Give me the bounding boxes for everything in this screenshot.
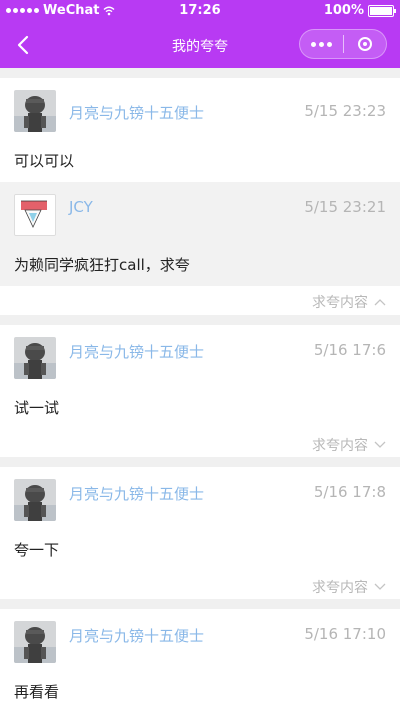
chevron-down-icon xyxy=(374,441,386,448)
avatar[interactable] xyxy=(14,621,56,663)
comment-time: 5/16 17:10 xyxy=(304,625,386,643)
praise-card: 月亮与九镑十五便士 5/16 17:6 试一试 求夸内容 xyxy=(0,325,400,457)
avatar[interactable] xyxy=(14,194,56,236)
toggle-request-content[interactable]: 求夸内容 xyxy=(312,292,386,312)
toggle-request-content[interactable]: 求夸内容 xyxy=(312,435,386,455)
battery-indicator: 100% xyxy=(323,3,396,18)
comment-text: 再看看 xyxy=(14,683,60,701)
comment-text: 夸一下 xyxy=(14,541,60,559)
user-name[interactable]: 月亮与九镑十五便士 xyxy=(69,102,204,123)
praise-card: 月亮与九镑十五便士 5/15 23:23 可以可以 JCY 5/15 23:21… xyxy=(0,78,400,315)
toggle-label: 求夸内容 xyxy=(312,438,368,454)
comment-time: 5/16 17:8 xyxy=(313,483,386,501)
chevron-down-icon xyxy=(374,583,386,590)
toggle-label: 求夸内容 xyxy=(312,295,368,311)
comment-time: 5/15 23:23 xyxy=(304,102,386,120)
comment-text: 为赖同学疯狂打call，求夸 xyxy=(14,256,190,274)
nav-bar: 我的夸夸 xyxy=(0,22,400,68)
avatar[interactable] xyxy=(14,479,56,521)
comment-time: 5/15 23:21 xyxy=(304,198,386,216)
avatar[interactable] xyxy=(14,90,56,132)
miniprogram-capsule xyxy=(299,29,387,59)
more-dots-icon xyxy=(311,41,332,47)
comment-time: 5/16 17:6 xyxy=(313,341,386,359)
close-button[interactable] xyxy=(344,30,386,58)
praise-card: 月亮与九镑十五便士 5/16 17:10 再看看 xyxy=(0,609,400,719)
comment-item: 月亮与九镑十五便士 5/15 23:23 可以可以 xyxy=(0,78,400,182)
status-bar: WeChat 17:26 100% xyxy=(0,0,400,22)
original-request: JCY 5/15 23:21 为赖同学疯狂打call，求夸 xyxy=(0,182,400,286)
toggle-request-content[interactable]: 求夸内容 xyxy=(312,577,386,597)
comment-text: 可以可以 xyxy=(14,152,75,170)
avatar[interactable] xyxy=(14,337,56,379)
praise-card: 月亮与九镑十五便士 5/16 17:8 夸一下 求夸内容 xyxy=(0,467,400,599)
user-name[interactable]: 月亮与九镑十五便士 xyxy=(69,625,204,646)
user-name[interactable]: 月亮与九镑十五便士 xyxy=(69,483,204,504)
battery-icon xyxy=(368,4,396,17)
target-icon xyxy=(357,37,372,51)
toggle-label: 求夸内容 xyxy=(312,580,368,596)
user-name[interactable]: JCY xyxy=(69,198,93,216)
more-button[interactable] xyxy=(300,30,343,58)
user-name[interactable]: 月亮与九镑十五便士 xyxy=(69,341,204,362)
chevron-up-icon xyxy=(374,299,386,306)
comment-text: 试一试 xyxy=(14,399,60,417)
battery-percent: 100% xyxy=(323,3,364,18)
